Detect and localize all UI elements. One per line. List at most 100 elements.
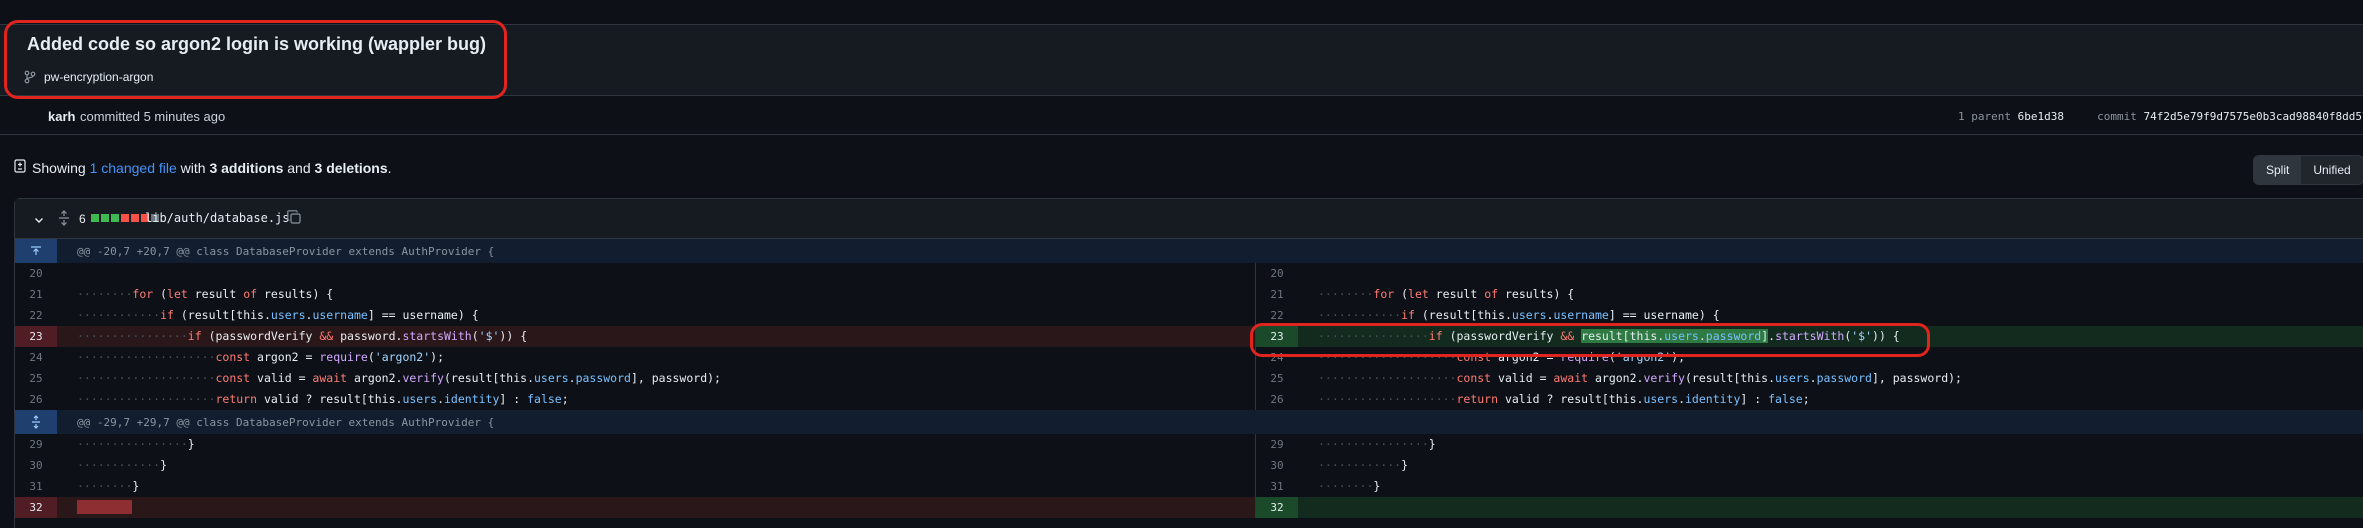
code-line: ····················const argon2 = requi… [1318,350,1686,364]
hunk-header: @@ -20,7 +20,7 @@ class DatabaseProvider… [15,239,2363,263]
file-diff: 6 lib/auth/database.js @@ -20,7 +20,7 @@… [14,198,2363,528]
diff-row: 29 ················} 29 ················… [15,434,2363,455]
line-number[interactable]: 29 [1256,434,1298,455]
line-number[interactable]: 20 [15,263,57,284]
line-number[interactable]: 26 [1256,389,1298,410]
file-diff-icon [14,159,26,176]
code-line: ····················const valid = await … [1318,371,1962,385]
diff-row: 30 ············} 30 ············} [15,455,2363,476]
diffstat-block [111,214,119,222]
line-number[interactable]: 31 [15,476,57,497]
commit-refs: 1 parent 6be1d38 commit 74f2d5e79f9d7575… [1958,110,2363,123]
line-number[interactable]: 30 [15,455,57,476]
line-number[interactable]: 22 [1256,305,1298,326]
deletions-count: 3 deletions [314,159,388,176]
commit-label: commit [2097,110,2137,123]
summary-prefix: Showing [32,159,86,176]
code-line: ············} [77,458,168,472]
diff-row: 22 ············if (result[this.users.use… [15,305,2363,326]
code-line [77,497,133,518]
code-line: ····················return valid ? resul… [1318,392,1810,406]
chevron-down-icon[interactable] [33,213,45,231]
code-line: ····················const argon2 = requi… [77,350,445,364]
code-line: ········for (let result of results) { [77,287,334,301]
line-number[interactable]: 32 [1256,497,1298,518]
hunk-header-text: @@ -20,7 +20,7 @@ class DatabaseProvider… [77,245,495,258]
commit-meta-row: karh committed 5 minutes ago 1 parent 6b… [0,97,2363,135]
line-number[interactable]: 24 [15,347,57,368]
line-number[interactable]: 25 [1256,368,1298,389]
right-line: 30 ············} [1256,455,2363,476]
left-line: 24 ····················const argon2 = re… [15,347,1255,368]
diff-row: 25 ····················const valid = awa… [15,368,2363,389]
code-line: ················if (passwordVerify && pa… [77,329,528,343]
code-line: ············if (result[this.users.userna… [1318,308,1720,322]
diffstat-block [131,214,139,222]
commit-time: committed 5 minutes ago [80,109,226,124]
diffstat-block [121,214,129,222]
code-line: ················} [77,437,195,451]
line-number[interactable]: 23 [1256,326,1298,347]
file-path[interactable]: lib/auth/database.js [145,211,290,225]
commit-author[interactable]: karh [48,109,75,124]
parent-sha-link[interactable]: 6be1d38 [2018,110,2064,123]
diff-view-toggle: Split Unified [2253,155,2363,185]
diffstat-block [101,214,109,222]
diff-row: 31 ········} 31 ········} [15,476,2363,497]
line-number[interactable]: 26 [15,389,57,410]
changed-files-link[interactable]: 1 changed file [90,160,177,176]
commit-title: Added code so argon2 login is working (w… [27,34,487,54]
left-line: 29 ················} [15,434,1255,455]
left-line: 22 ············if (result[this.users.use… [15,305,1255,326]
hunk-lines: 20 20 21 ········for (let result of resu… [15,263,2363,410]
left-line: 31 ········} [15,476,1255,497]
diff-row: 21 ········for (let result of results) {… [15,284,2363,305]
unified-view-button[interactable]: Unified [2301,156,2362,184]
right-line: 24 ····················const argon2 = re… [1256,347,2363,368]
hunk-lines: 29 ················} 29 ················… [15,434,2363,518]
line-number[interactable]: 24 [1256,347,1298,368]
line-number[interactable]: 32 [15,497,57,518]
line-number[interactable]: 30 [1256,455,1298,476]
line-number[interactable]: 29 [15,434,57,455]
diff-row-changed: 32 32 [15,497,2363,518]
expand-all-icon[interactable] [57,210,71,231]
code-line: ········} [1318,479,1381,493]
diff-row: 24 ····················const argon2 = re… [15,347,2363,368]
expand-icon[interactable] [15,410,57,434]
line-number[interactable]: 22 [15,305,57,326]
file-header: 6 lib/auth/database.js [15,199,2363,239]
right-line: 29 ················} [1256,434,2363,455]
diff-summary: Showing 1 changed file with 3 additions … [14,159,392,176]
right-line: 26 ····················return valid ? re… [1256,389,2363,410]
deleted-line: 23 ················if (passwordVerify &&… [15,326,1255,347]
hunk-header: @@ -29,7 +29,7 @@ class DatabaseProvider… [15,410,2363,434]
right-line: 25 ····················const valid = awa… [1256,368,2363,389]
expand-up-icon[interactable] [15,239,57,263]
change-count: 6 [79,212,86,226]
copy-icon[interactable] [287,210,301,229]
split-view-button[interactable]: Split [2254,156,2302,184]
line-number[interactable]: 31 [1256,476,1298,497]
code-line: ················} [1318,437,1436,451]
line-number[interactable]: 20 [1256,263,1298,284]
additions-count: 3 additions [209,159,284,176]
left-line: 21 ········for (let result of results) { [15,284,1255,305]
right-line: 21 ········for (let result of results) { [1256,284,2363,305]
summary-and: and [287,159,311,176]
added-line: 23 ················if (passwordVerify &&… [1256,326,2363,347]
line-number[interactable]: 25 [15,368,57,389]
deleted-line: 32 [15,497,1255,518]
left-line: 26 ····················return valid ? re… [15,389,1255,410]
line-number[interactable]: 21 [1256,284,1298,305]
branch-name[interactable]: pw-encryption-argon [44,70,153,84]
hunk-header-text: @@ -29,7 +29,7 @@ class DatabaseProvider… [77,416,495,429]
line-number[interactable]: 21 [15,284,57,305]
line-number[interactable]: 23 [15,326,57,347]
commit-page: Added code so argon2 login is working (w… [0,0,2363,528]
code-line: ········} [77,479,140,493]
code-line: ····················const valid = await … [77,371,721,385]
code-line: ········for (let result of results) { [1318,287,1575,301]
branch-row[interactable]: pw-encryption-argon [24,70,153,84]
summary-period: . [387,159,392,176]
